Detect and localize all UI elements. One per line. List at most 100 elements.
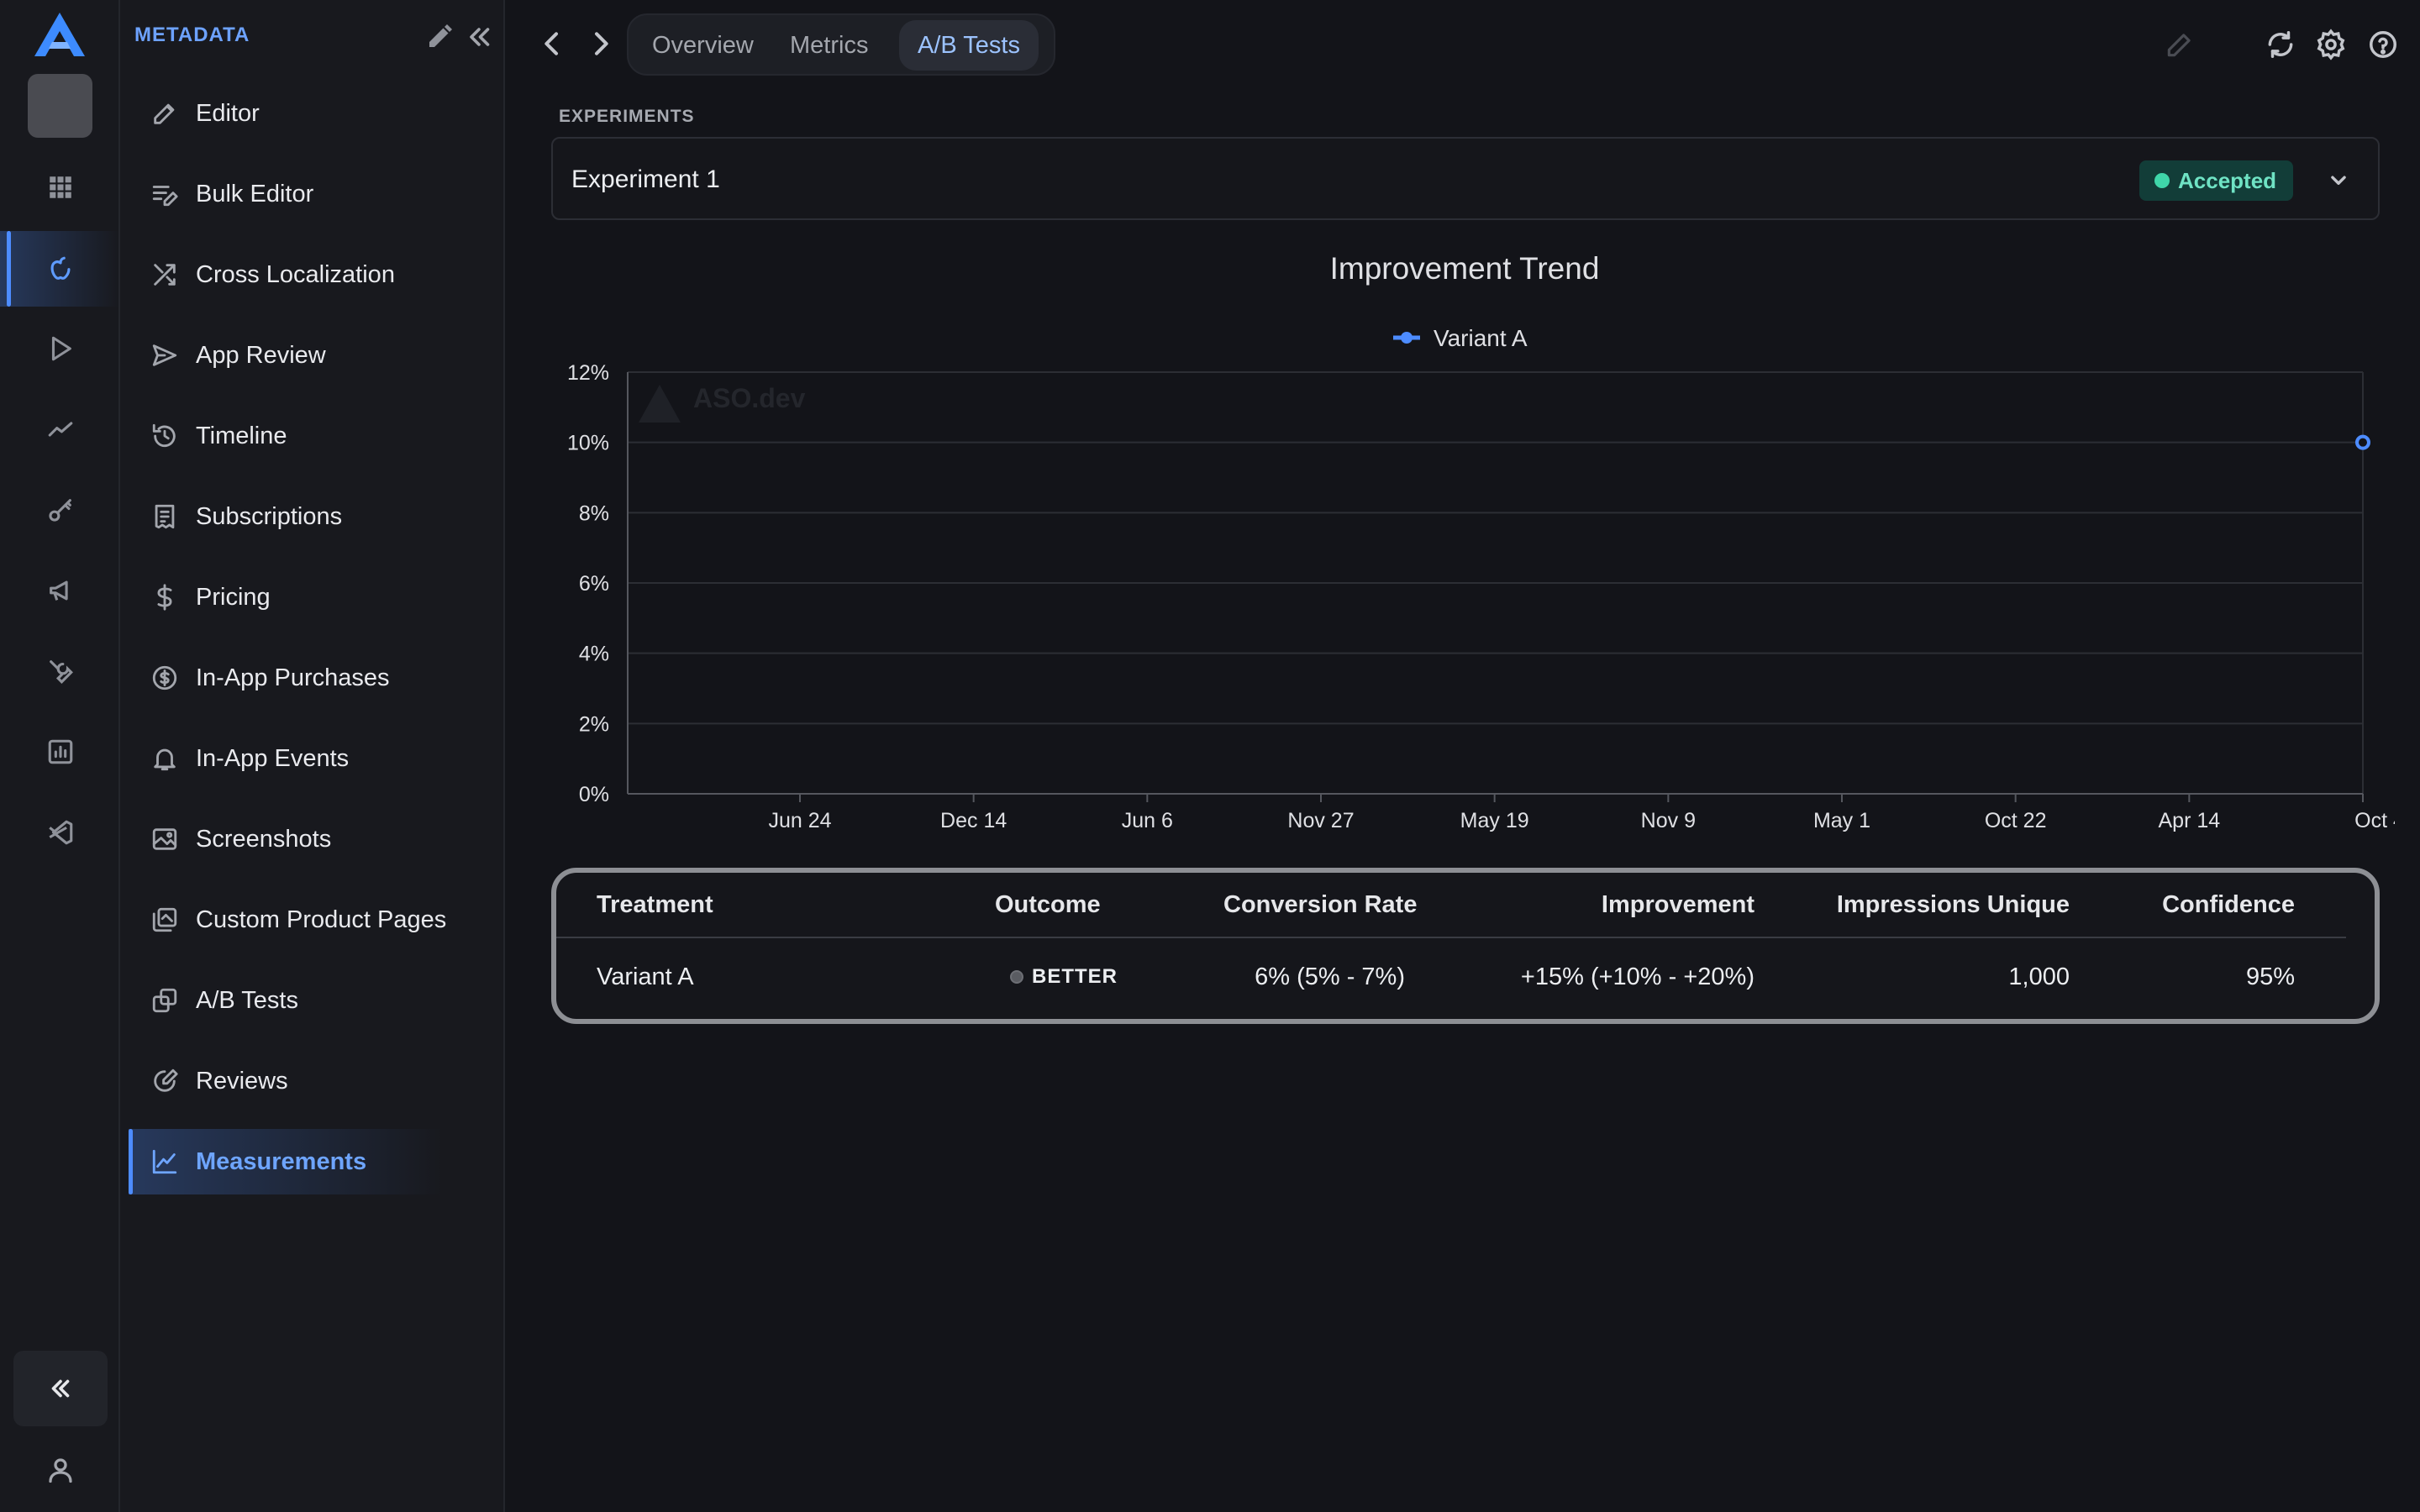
results-table: Treatment Outcome Conversion Rate Improv…	[551, 868, 2380, 1024]
rail-apps-grid-button[interactable]	[0, 150, 120, 225]
rail-analytics-button[interactable]	[0, 391, 120, 467]
settings-gear-icon[interactable]	[2315, 29, 2347, 60]
column-header-conversion-rate: Conversion Rate	[1223, 891, 1418, 918]
sidebar-item-editor[interactable]: Editor	[129, 81, 498, 146]
sidebar-item-label: App Review	[196, 341, 326, 369]
legend-swatch-marker	[1401, 332, 1413, 344]
rail-play-store-button[interactable]	[0, 311, 120, 386]
watermark-logo-icon	[639, 385, 681, 423]
sidebar-item-in-app-purchases[interactable]: In-App Purchases	[129, 645, 498, 711]
rail-app-store-button[interactable]	[0, 231, 120, 307]
sidebar-item-in-app-events[interactable]: In-App Events	[129, 726, 498, 791]
edit-pencil-icon[interactable]	[424, 22, 455, 52]
view-tabs: Overview Metrics A/B Tests	[627, 13, 1055, 76]
collapse-sidebar-icon[interactable]	[464, 22, 494, 52]
play-icon	[51, 336, 71, 361]
refresh-icon[interactable]	[2265, 29, 2296, 60]
cell-treatment: Variant A	[597, 963, 694, 990]
sidebar-item-measurements[interactable]: Measurements	[129, 1129, 498, 1194]
chart-title: Improvement Trend	[1330, 251, 1600, 286]
x-tick-label: May 1	[1813, 809, 1870, 832]
y-tick-label: 2%	[579, 712, 609, 736]
forward-arrow-icon[interactable]	[584, 27, 618, 60]
x-tick-label: Apr 14	[2158, 809, 2220, 832]
tab-overview[interactable]: Overview	[634, 20, 772, 71]
double-chevron-left-icon	[51, 1379, 70, 1398]
grid-icon	[49, 176, 71, 198]
sidebar-item-label: Measurements	[196, 1147, 367, 1175]
sidebar-item-label: Bulk Editor	[196, 180, 314, 207]
status-badge: Accepted	[2139, 160, 2294, 201]
x-tick-label: Jun 6	[1122, 809, 1173, 832]
sidebar-item-subscriptions[interactable]: Subscriptions	[129, 484, 498, 549]
sidebar-item-reviews[interactable]: Reviews	[129, 1048, 498, 1114]
sidebar-item-label: Editor	[196, 99, 260, 127]
sidebar-item-custom-product-pages[interactable]: Custom Product Pages	[129, 887, 498, 953]
sidebar-item-bulk-editor[interactable]: Bulk Editor	[129, 161, 498, 227]
y-tick-label: 10%	[567, 432, 609, 455]
sidebar-item-label: In-App Events	[196, 744, 350, 772]
edit-disabled-icon[interactable]	[2164, 29, 2196, 60]
tab-ab-tests[interactable]: A/B Tests	[899, 20, 1039, 71]
megaphone-icon	[49, 580, 68, 601]
rail-reports-button[interactable]	[0, 714, 120, 790]
history-icon	[152, 423, 176, 448]
sidebar-item-a-b-tests[interactable]: A/B Tests	[129, 968, 498, 1033]
sidebar-item-label: Reviews	[196, 1067, 288, 1095]
rail-vscode-button[interactable]	[0, 795, 120, 870]
sidebar-header: METADATA	[134, 20, 492, 54]
chevron-down-icon[interactable]	[2324, 165, 2353, 194]
sidebar-item-label: Custom Product Pages	[196, 906, 447, 933]
y-tick-label: 8%	[579, 501, 609, 525]
send-icon	[152, 344, 177, 366]
coin-icon	[152, 665, 177, 690]
cell-conversion-rate: 6% (5% - 7%)	[1255, 963, 1405, 990]
sidebar-item-cross-localization[interactable]: Cross Localization	[129, 242, 498, 307]
review-icon	[154, 1068, 178, 1092]
app-avatar[interactable]	[28, 74, 92, 138]
sidebar-item-screenshots[interactable]: Screenshots	[129, 806, 498, 872]
shuffle-icon	[154, 264, 176, 286]
experiments-section-label: EXPERIMENTS	[559, 107, 695, 126]
outcome-label: BETTER	[1032, 965, 1118, 988]
rail-collapse-button[interactable]	[13, 1351, 108, 1426]
back-arrow-icon[interactable]	[535, 27, 569, 60]
experiment-name: Experiment 1	[571, 165, 720, 193]
sidebar-item-app-review[interactable]: App Review	[129, 323, 498, 388]
watermark-text: ASO.dev	[693, 383, 806, 413]
sidebar-item-label: Pricing	[196, 583, 271, 611]
rail-keywords-button[interactable]	[0, 472, 120, 548]
top-bar: Overview Metrics A/B Tests	[507, 0, 2420, 89]
sidebar-title: METADATA	[134, 24, 250, 46]
trend-icon	[48, 422, 72, 437]
bar-chart-icon	[48, 739, 72, 764]
x-tick-label: Dec 14	[940, 809, 1007, 832]
code-editor-icon	[48, 820, 72, 845]
cell-impressions-unique: 1,000	[2008, 963, 2070, 990]
table-header-divider	[556, 937, 2346, 938]
x-tick-label: Nov 27	[1287, 809, 1354, 832]
sidebar-item-pricing[interactable]: Pricing	[129, 564, 498, 630]
column-header-confidence: Confidence	[2162, 891, 2295, 918]
receipt-icon	[155, 504, 175, 529]
improvement-trend-chart: Improvement Trend Variant A ASO.dev 0% 2% 4% 6…	[567, 251, 2395, 832]
column-header-treatment: Treatment	[597, 891, 713, 918]
app-logo-icon[interactable]	[32, 10, 87, 59]
help-icon[interactable]	[2367, 29, 2399, 60]
x-tick-label: Oct 4	[2354, 809, 2395, 832]
status-text: Accepted	[2178, 168, 2277, 193]
sidebar-item-label: Subscriptions	[196, 502, 343, 530]
sidebar-item-timeline[interactable]: Timeline	[129, 403, 498, 469]
bell-icon	[154, 748, 176, 771]
column-header-improvement: Improvement	[1601, 891, 1754, 918]
rail-tools-button[interactable]	[0, 633, 120, 709]
rail-campaigns-button[interactable]	[0, 553, 120, 628]
y-tick-label: 6%	[579, 572, 609, 596]
tab-metrics[interactable]: Metrics	[771, 20, 886, 71]
sidebar-item-label: A/B Tests	[196, 986, 298, 1014]
user-account-button[interactable]	[0, 1433, 120, 1507]
pages-icon	[152, 907, 177, 932]
experiment-dropdown[interactable]: Experiment 1 Accepted	[551, 137, 2380, 220]
legend-label: Variant A	[1434, 325, 1528, 351]
icon-rail	[0, 0, 120, 1512]
